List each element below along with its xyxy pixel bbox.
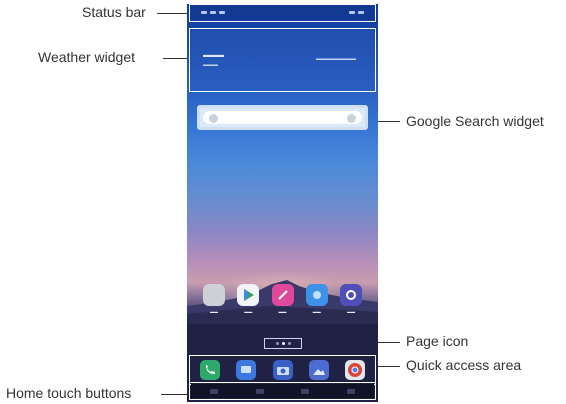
phone-screen: ▬▬▬ ▬▬▬ ▬▬▬▬▬▬▬▬ ▬▬ ▬▬ ▬▬ ▬▬ ▬▬ <box>187 4 378 402</box>
app-shortcut[interactable]: ▬▬ <box>235 284 261 314</box>
chrome-icon[interactable] <box>345 360 365 380</box>
google-search-widget[interactable] <box>197 105 368 130</box>
gallery-icon[interactable] <box>308 360 329 380</box>
quick-access-leader-line <box>376 366 400 367</box>
quick-access-area <box>189 355 376 385</box>
home-button-icon[interactable] <box>255 388 264 394</box>
page-icon-label: Page icon <box>406 333 469 349</box>
camera-icon[interactable] <box>272 360 293 380</box>
app-shortcut[interactable]: ▬▬ <box>304 284 330 314</box>
status-left-indicators <box>201 10 225 14</box>
weather-time-placeholder: ▬▬▬ <box>203 52 224 59</box>
weather-widget-label: Weather widget <box>38 49 136 65</box>
status-bar-label: Status bar <box>82 4 146 20</box>
page-dot-active[interactable] <box>281 342 285 345</box>
app-shortcut[interactable]: ▬▬ <box>270 284 296 314</box>
status-right-indicators <box>349 10 364 14</box>
back-button-icon[interactable] <box>209 388 218 394</box>
page-dot[interactable] <box>275 342 279 345</box>
quick-access-area-label: Quick access area <box>406 357 522 373</box>
weather-widget-leader-line <box>163 58 187 59</box>
microphone-icon[interactable] <box>347 114 356 123</box>
page-indicator[interactable] <box>264 338 302 349</box>
app-label-placeholder: ▬▬ <box>347 309 355 314</box>
phone-icon[interactable] <box>200 360 220 380</box>
recent-apps-button-icon[interactable] <box>301 388 310 394</box>
status-bar-leader-line <box>157 13 187 14</box>
gear-icon[interactable] <box>203 284 225 306</box>
google-logo-icon <box>209 114 218 123</box>
home-app-row: ▬▬ ▬▬ ▬▬ ▬▬ ▬▬ <box>195 284 370 314</box>
app-shortcut[interactable]: ▬▬ <box>338 284 364 314</box>
app-label-placeholder: ▬▬ <box>278 309 287 314</box>
app-shortcut[interactable]: ▬▬ <box>201 284 227 314</box>
app-label-placeholder: ▬▬ <box>210 309 218 314</box>
weather-location-placeholder: ▬▬▬▬▬▬▬▬ <box>316 56 356 62</box>
app-label-placeholder: ▬▬ <box>312 309 321 314</box>
pen-icon[interactable] <box>271 284 294 306</box>
app-label-placeholder: ▬▬ <box>244 309 253 314</box>
weather-widget[interactable]: ▬▬▬ ▬▬▬ ▬▬▬▬▬▬▬▬ <box>191 30 374 92</box>
weather-date-placeholder: ▬▬▬ <box>203 62 218 68</box>
settings-icon[interactable] <box>340 284 362 306</box>
play-store-icon[interactable] <box>237 284 260 306</box>
messages-icon[interactable] <box>236 360 257 380</box>
notification-button-icon[interactable] <box>347 388 356 394</box>
status-bar <box>191 4 374 20</box>
home-touch-buttons-leader-line <box>161 394 187 395</box>
camera-icon[interactable] <box>305 284 328 306</box>
home-touch-buttons <box>191 384 374 398</box>
search-bar[interactable] <box>203 111 362 124</box>
page-dot[interactable] <box>287 342 291 345</box>
home-touch-buttons-label: Home touch buttons <box>6 385 132 401</box>
google-search-widget-label: Google Search widget <box>406 113 544 129</box>
